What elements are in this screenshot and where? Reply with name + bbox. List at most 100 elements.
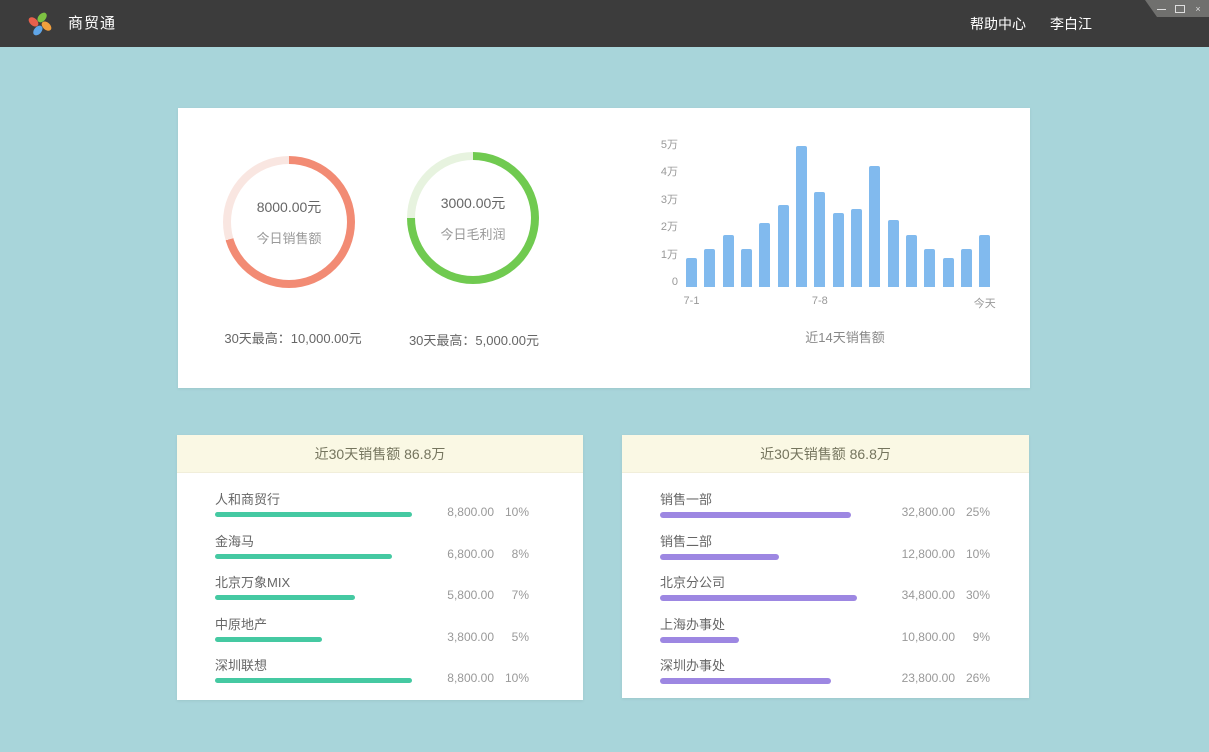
item-percent: 10% [494,505,529,519]
item-percent: 30% [955,588,990,602]
list-item: 金海马6,800.008% [177,534,583,574]
item-numbers: 10,800.009% [850,630,990,644]
list-item: 销售一部32,800.0025% [622,492,1029,532]
titlebar: 商贸通 帮助中心 李白江 × [0,0,1209,47]
y-axis-tick-label: 0 [640,274,678,290]
bar [741,249,752,287]
item-amount: 32,800.00 [850,505,955,519]
item-percent: 7% [494,588,529,602]
y-axis-tick-label: 2万 [640,219,678,235]
bar [796,146,807,287]
today-sales-donut-center: 8000.00元 今日销售额 [231,164,347,280]
item-amount: 34,800.00 [850,588,955,602]
bar [924,249,935,287]
bar [888,220,899,287]
close-icon[interactable]: × [1193,4,1203,14]
item-numbers: 23,800.0026% [850,671,990,685]
item-progress-bar [215,678,412,683]
item-progress-bar [660,512,851,518]
item-numbers: 34,800.0030% [850,588,990,602]
today-profit-donut: 3000.00元 今日毛利润 [407,152,539,284]
list-item: 人和商贸行8,800.0010% [177,492,583,532]
bar [723,235,734,287]
profit-30day-max: 30天最高：5,000.00元 [358,330,590,349]
minimize-icon[interactable] [1157,4,1167,14]
top-navigation: 帮助中心 李白江 [970,0,1092,47]
x-axis-tick-label: 7-1 [670,295,714,307]
item-progress-bar [215,637,322,642]
y-axis-tick-label: 4万 [640,164,678,180]
item-percent: 10% [955,547,990,561]
list-item: 上海办事处10,800.009% [622,617,1029,657]
user-name-link[interactable]: 李白江 [1050,14,1092,34]
item-progress-bar [215,512,412,517]
bar [686,258,697,287]
item-progress-bar [660,637,739,643]
item-numbers: 12,800.0010% [850,547,990,561]
bar [851,209,862,287]
item-amount: 10,800.00 [850,630,955,644]
item-percent: 9% [955,630,990,644]
item-amount: 6,800.00 [389,547,494,561]
app-title: 商贸通 [68,0,116,47]
item-amount: 12,800.00 [850,547,955,561]
item-progress-bar [660,554,779,560]
list-item: 深圳联想8,800.0010% [177,658,583,698]
bar [778,205,789,287]
item-progress-bar [660,595,857,601]
y-axis-tick-label: 1万 [640,247,678,263]
today-sales-value: 8000.00元 [257,197,322,217]
x-axis-tick-label: 7-8 [798,295,842,307]
today-profit-value: 3000.00元 [441,193,506,213]
bar [869,166,880,287]
item-numbers: 3,800.005% [389,630,529,644]
departments-ranking-card: 近30天销售额 86.8万 销售一部32,800.0025%销售二部12,800… [622,435,1029,698]
bar [906,235,917,287]
item-numbers: 5,800.007% [389,588,529,602]
item-percent: 8% [494,547,529,561]
y-axis-tick-label: 3万 [640,192,678,208]
departments-card-title: 近30天销售额 86.8万 [622,435,1029,473]
bar [979,235,990,287]
y-axis-tick-label: 5万 [640,137,678,153]
bar [961,249,972,287]
item-amount: 3,800.00 [389,630,494,644]
overview-card: 8000.00元 今日销售额 30天最高：10,000.00元 3000.00元… [178,108,1030,388]
item-percent: 5% [494,630,529,644]
list-item: 中原地产3,800.005% [177,617,583,657]
departments-list: 销售一部32,800.0025%销售二部12,800.0010%北京分公司34,… [622,473,1029,698]
item-percent: 26% [955,671,990,685]
list-item: 北京万象MIX5,800.007% [177,575,583,615]
item-numbers: 8,800.0010% [389,671,529,685]
bar [833,213,844,287]
item-progress-bar [660,678,831,684]
item-progress-bar [215,595,355,600]
x-axis-tick-label: 今天 [963,295,1007,311]
today-sales-label: 今日销售额 [256,228,321,247]
item-numbers: 6,800.008% [389,547,529,561]
item-numbers: 8,800.0010% [389,505,529,519]
app-logo-pinwheel-icon [26,10,54,38]
customers-ranking-card: 近30天销售额 86.8万 人和商贸行8,800.0010%金海马6,800.0… [177,435,583,700]
help-center-link[interactable]: 帮助中心 [970,14,1026,34]
bar [759,223,770,287]
customers-list: 人和商贸行8,800.0010%金海马6,800.008%北京万象MIX5,80… [177,473,583,698]
window-controls: × [1145,0,1209,17]
today-profit-label: 今日毛利润 [440,224,505,243]
item-amount: 8,800.00 [389,505,494,519]
today-sales-donut: 8000.00元 今日销售额 [223,156,355,288]
item-percent: 10% [494,671,529,685]
list-item: 深圳办事处23,800.0026% [622,658,1029,698]
today-profit-donut-center: 3000.00元 今日毛利润 [415,160,531,276]
list-item: 销售二部12,800.0010% [622,534,1029,574]
maximize-icon[interactable] [1175,4,1185,14]
item-amount: 23,800.00 [850,671,955,685]
bar [704,249,715,287]
customers-card-title: 近30天销售额 86.8万 [177,435,583,473]
item-progress-bar [215,554,392,559]
item-percent: 25% [955,505,990,519]
bar-chart-title: 近14天销售额 [655,327,1035,346]
bar [814,192,825,287]
sales-14day-bar-chart: 5万4万3万2万1万07-17-8今天 [640,137,1020,287]
item-numbers: 32,800.0025% [850,505,990,519]
